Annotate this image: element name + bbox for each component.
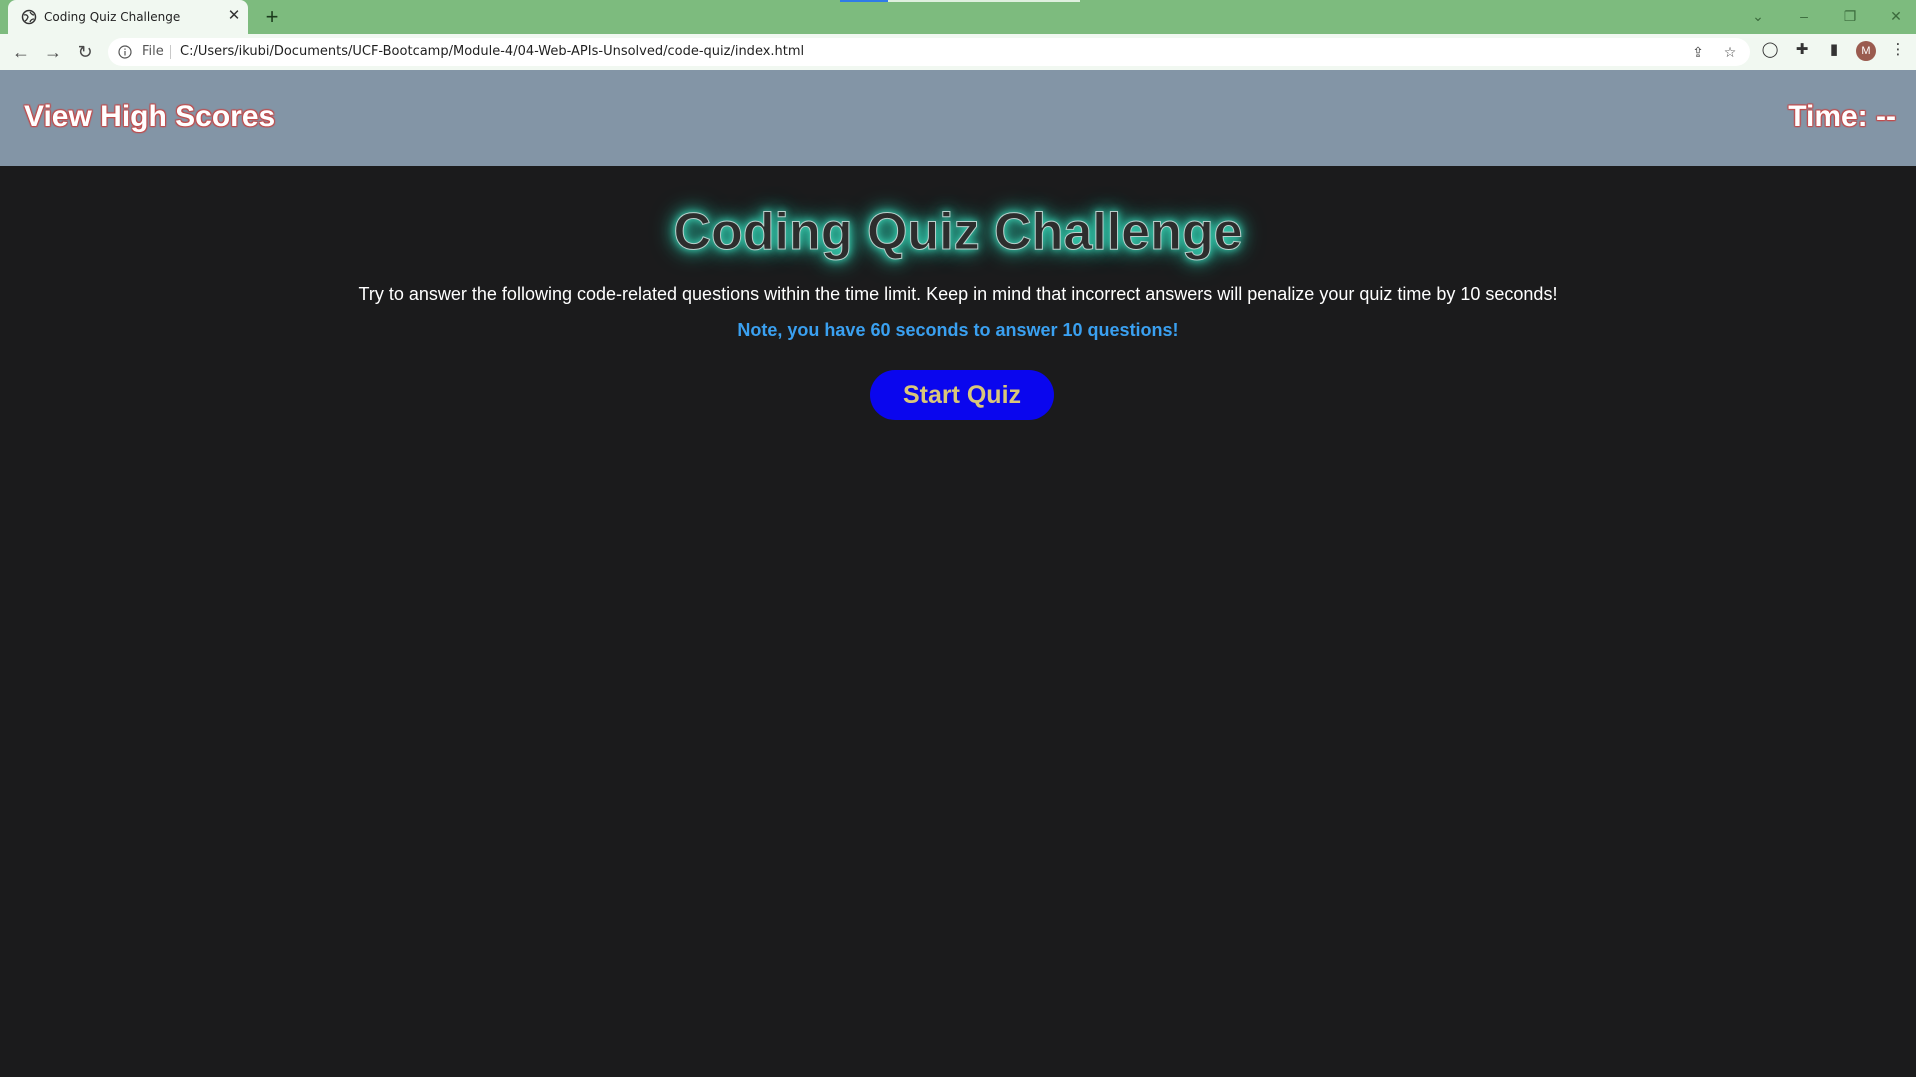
tab-search-icon[interactable]: ⌄ — [1743, 4, 1773, 28]
back-arrow-icon[interactable]: ← — [9, 40, 33, 64]
tab-close-icon[interactable]: ✕ — [224, 6, 244, 26]
new-tab-button[interactable]: + — [260, 5, 284, 29]
quiz-time-note: Note, you have 60 seconds to answer 10 q… — [737, 320, 1179, 340]
profile-avatar[interactable]: M — [1856, 41, 1876, 61]
page-header: View High Scores Time: -- — [0, 70, 1916, 166]
address-bar[interactable]: File C:/Users/ikubi/Documents/UCF-Bootca… — [108, 38, 1750, 66]
file-scheme-label: File — [142, 44, 164, 59]
tab-title: Coding Quiz Challenge — [44, 10, 181, 24]
timer-display: Time: -- — [1788, 100, 1896, 133]
reload-icon[interactable]: ↻ — [73, 40, 97, 64]
browser-tabstrip: Coding Quiz Challenge ✕ + ⌄ – ❐ ✕ — [0, 0, 1916, 34]
info-icon[interactable] — [118, 45, 132, 59]
star-icon[interactable]: ☆ — [1722, 44, 1738, 60]
restore-icon[interactable]: ❐ — [1835, 4, 1865, 28]
quiz-instructions: Try to answer the following code-related… — [358, 284, 1558, 304]
address-divider — [170, 45, 171, 59]
kebab-menu-icon[interactable]: ⋮ — [1888, 40, 1908, 60]
forward-arrow-icon[interactable]: → — [41, 40, 65, 64]
start-quiz-button[interactable]: Start Quiz — [870, 370, 1054, 420]
circle-icon[interactable]: ◯ — [1760, 40, 1780, 60]
side-panel-icon[interactable]: ▮ — [1824, 40, 1844, 60]
browser-tab-active[interactable]: Coding Quiz Challenge ✕ — [8, 0, 248, 34]
page-load-progress-fill — [840, 0, 888, 2]
page-title: Coding Quiz Challenge — [673, 203, 1243, 262]
quiz-intro: Coding Quiz Challenge Try to answer the … — [0, 166, 1916, 1077]
minimize-icon[interactable]: – — [1789, 4, 1819, 28]
url-text[interactable]: C:/Users/ikubi/Documents/UCF-Bootcamp/Mo… — [180, 44, 804, 59]
globe-icon — [21, 9, 37, 25]
close-window-icon[interactable]: ✕ — [1881, 4, 1911, 28]
puzzle-icon[interactable]: ✚ — [1792, 40, 1812, 60]
share-icon[interactable]: ⇪ — [1690, 44, 1706, 60]
browser-toolbar: ← → ↻ File C:/Users/ikubi/Documents/UCF-… — [0, 34, 1916, 70]
page-load-progress — [840, 0, 1080, 2]
view-high-scores-link[interactable]: View High Scores — [24, 100, 275, 134]
